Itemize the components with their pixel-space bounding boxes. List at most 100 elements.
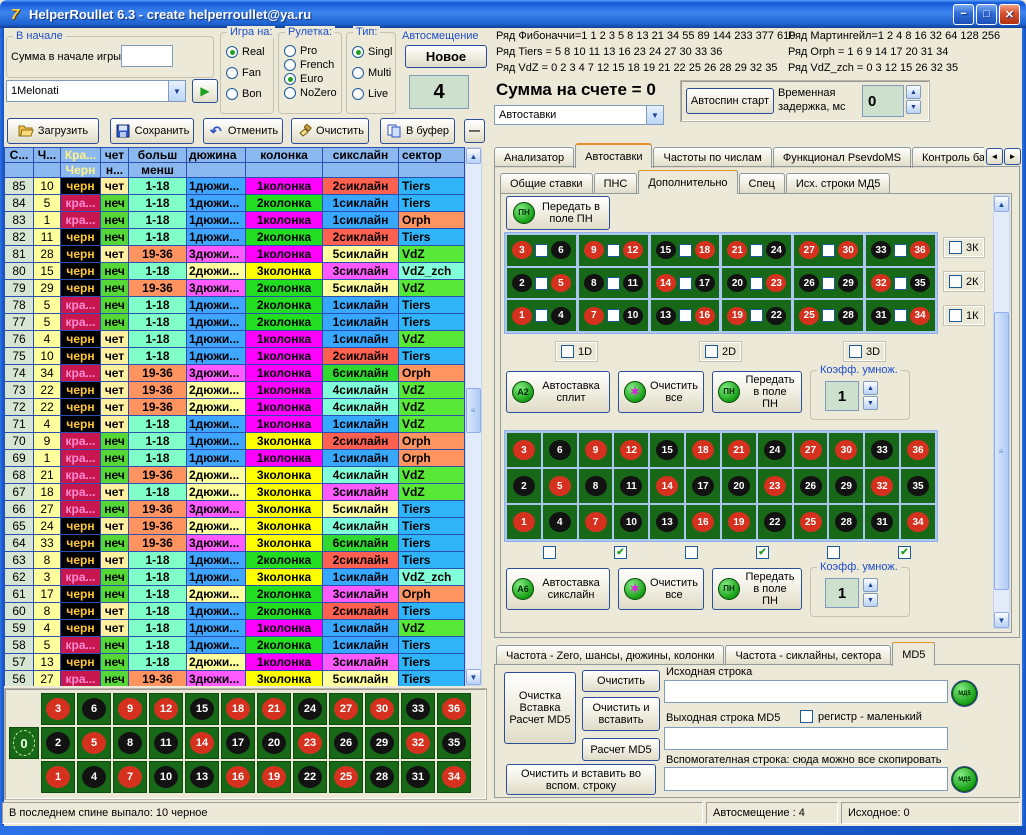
header-cell[interactable]: сикслайн	[323, 148, 399, 162]
chevron-down-icon[interactable]: ▼	[646, 106, 663, 124]
table-row[interactable]: 6117черннеч1-182дюжи...2колонка3сиклайнO…	[5, 586, 465, 603]
checkbox-icon[interactable]	[949, 275, 962, 288]
board-cell[interactable]: 32	[401, 727, 435, 759]
header-cell[interactable]: менш	[129, 163, 187, 177]
spinner-up-icon[interactable]: ▲	[906, 85, 921, 99]
checkbox-icon[interactable]	[561, 345, 574, 358]
split-checkbox[interactable]	[894, 277, 907, 290]
split-checkbox[interactable]	[822, 277, 835, 290]
clear-button[interactable]: Очистить	[291, 118, 369, 144]
md5-aux-clear-paste-button[interactable]: Очистить и вставить во вспом. строку	[506, 764, 656, 795]
board-cell[interactable]: 35	[437, 727, 471, 759]
board-cell[interactable]: 18	[221, 693, 255, 725]
clear-all-button[interactable]: ✶ Очистить все	[618, 568, 704, 610]
board-cell[interactable]: 31	[401, 761, 435, 793]
board-cell[interactable]: 5	[77, 727, 111, 759]
board-cell[interactable]: 12	[149, 693, 183, 725]
board-cell[interactable]: 20	[257, 727, 291, 759]
delay-spinner-value[interactable]: 0	[862, 85, 904, 117]
bottom-tab[interactable]: Частота - сиклайны, сектора	[725, 645, 891, 666]
header-cell[interactable]: чет	[101, 148, 129, 162]
board-cell[interactable]: 7	[113, 761, 147, 793]
radio-option[interactable]: Real	[226, 46, 265, 58]
table-row[interactable]: 709кра...неч1-181дюжи...3колонка2сиклайн…	[5, 433, 465, 450]
minimize-button[interactable]: −	[953, 4, 974, 25]
table-row[interactable]: 775кра...неч1-181дюжи...2колонка1сиклайн…	[5, 314, 465, 331]
board-zero[interactable]: 0	[9, 727, 39, 759]
radio-option[interactable]: Bon	[226, 88, 265, 100]
header-cell[interactable]	[399, 163, 465, 177]
split-checkbox[interactable]	[822, 309, 835, 322]
autoshift-new-button[interactable]: Новое	[405, 45, 487, 68]
board-cell[interactable]: 30	[365, 693, 399, 725]
sixline-checkbox[interactable]	[827, 546, 840, 559]
split-checkbox[interactable]	[679, 277, 692, 290]
table-row[interactable]: 785кра...неч1-181дюжи...2колонка1сиклайн…	[5, 297, 465, 314]
header-cell[interactable]	[323, 163, 399, 177]
sub-tab[interactable]: Общие ставки	[500, 173, 593, 194]
panel-scrollbar[interactable]: ▲ ▼ ≡	[993, 195, 1010, 629]
board-cell[interactable]: 27	[329, 693, 363, 725]
table-row[interactable]: 7510чернчет1-181дюжи...1колонка2сиклайнT…	[5, 348, 465, 365]
split-checkbox[interactable]	[607, 277, 620, 290]
radio-option[interactable]: Singl	[352, 46, 392, 58]
sixline-checkbox[interactable]	[756, 546, 769, 559]
dozen-check[interactable]: 2D	[700, 342, 741, 361]
table-row[interactable]: 7222чернчет19-362дюжи...1колонка4сиклайн…	[5, 399, 465, 416]
table-row[interactable]: 764чернчет1-181дюжи...1колонка1сиклайнVd…	[5, 331, 465, 348]
coeff-spinner[interactable]: ▲ ▼	[863, 578, 878, 607]
md5-clear-button[interactable]: Очистить	[582, 670, 660, 692]
spinner-up-icon[interactable]: ▲	[863, 578, 878, 592]
split-checkbox[interactable]	[894, 309, 907, 322]
autobets-combo[interactable]: Автоставки ▼	[494, 105, 664, 125]
table-row[interactable]: 714чернчет1-181дюжи...1колонка1сиклайнVd…	[5, 416, 465, 433]
tab-scroll-right-button[interactable]: ►	[1004, 148, 1021, 165]
main-tab[interactable]: Контроль банкрол	[912, 147, 984, 168]
board-cell[interactable]: 16	[221, 761, 255, 793]
main-tab[interactable]: Автоставки	[575, 143, 652, 168]
board-cell[interactable]: 1	[41, 761, 75, 793]
board-cell[interactable]: 22	[293, 761, 327, 793]
split-checkbox[interactable]	[894, 244, 907, 257]
split-checkbox[interactable]	[750, 309, 763, 322]
table-row[interactable]: 5713черннеч1-182дюжи...1колонка3сиклайнT…	[5, 654, 465, 671]
sub-tab[interactable]: Исх. строки МД5	[786, 173, 891, 194]
spinner-up-icon[interactable]: ▲	[863, 381, 878, 395]
header-cell[interactable]: Ч...	[34, 148, 61, 162]
board-cell[interactable]: 34	[437, 761, 471, 793]
scroll-up-button[interactable]: ▲	[994, 196, 1009, 212]
coeff-spinner-value[interactable]: 1	[825, 578, 859, 608]
table-row[interactable]: 585кра...неч1-181дюжи...2колонка1сиклайн…	[5, 637, 465, 654]
board-cell[interactable]: 6	[77, 693, 111, 725]
table-row[interactable]: 7929черннеч19-363дюжи...2колонка5сиклайн…	[5, 280, 465, 297]
table-row[interactable]: 8211черннеч1-181дюжи...2колонка2сиклайнT…	[5, 229, 465, 246]
copy-buffer-button[interactable]: В буфер	[380, 118, 455, 144]
start-sum-input[interactable]	[121, 45, 173, 67]
board-cell[interactable]: 36	[437, 693, 471, 725]
spinner-down-icon[interactable]: ▼	[906, 100, 921, 114]
table-row[interactable]: 7322чернчет19-362дюжи...1колонка4сиклайн…	[5, 382, 465, 399]
header-cell[interactable]	[246, 163, 323, 177]
bottom-tab[interactable]: Частота - Zero, шансы, дюжины, колонки	[496, 645, 724, 666]
table-row[interactable]: 7434кра...чет19-363дюжи...1колонка6сикла…	[5, 365, 465, 382]
board-cell[interactable]: 9	[113, 693, 147, 725]
main-tab[interactable]: Анализатор	[494, 147, 574, 168]
header-cell[interactable]	[34, 163, 61, 177]
split-checkbox[interactable]	[822, 244, 835, 257]
split-checkbox[interactable]	[607, 309, 620, 322]
header-cell[interactable]: Черн	[61, 163, 101, 177]
md5-icon[interactable]: МД5	[952, 767, 977, 792]
scroll-thumb[interactable]: ≡	[994, 312, 1009, 590]
board-cell[interactable]: 8	[113, 727, 147, 759]
autobet-sixline-button[interactable]: А6 Автоставка сикслайн	[506, 568, 610, 610]
table-row[interactable]: 5627кра...неч19-363дюжи...3колонка5сикла…	[5, 671, 465, 686]
table-row[interactable]: 6524чернчет19-362дюжи...3колонка4сиклайн…	[5, 518, 465, 535]
header-cell[interactable]: больш	[129, 148, 187, 162]
header-cell[interactable]	[5, 163, 34, 177]
table-row[interactable]: 638чернчет1-181дюжи...2колонка2сиклайнTi…	[5, 552, 465, 569]
table-row[interactable]: 8128чернчет19-363дюжи...1колонка5сиклайн…	[5, 246, 465, 263]
board-cell[interactable]: 2	[41, 727, 75, 759]
scroll-thumb[interactable]: ≡	[466, 388, 481, 433]
radio-option[interactable]: Pro	[284, 45, 337, 57]
md5-case-check[interactable]: регистр - маленький	[800, 710, 922, 723]
